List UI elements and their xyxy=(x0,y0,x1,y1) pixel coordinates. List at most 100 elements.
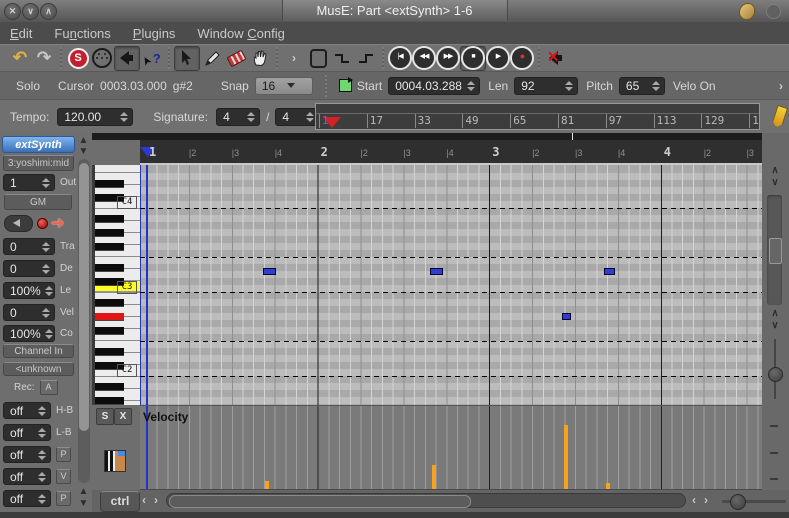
horizontal-scrollbar[interactable] xyxy=(166,493,686,508)
record-icon[interactable]: ● xyxy=(510,47,534,70)
velocity-bar[interactable] xyxy=(564,425,568,489)
record-led-icon[interactable] xyxy=(37,218,48,229)
instrument-button[interactable]: 3:yoshimi:mid xyxy=(3,155,74,171)
maximize-window-icon[interactable]: ∧ xyxy=(40,3,57,20)
title-bar[interactable]: ✕ ∨ ∧ MusE: Part <extSynth> 1-6 xyxy=(0,0,789,23)
midi-note[interactable] xyxy=(430,268,443,275)
len-spinbox[interactable]: 92 xyxy=(514,77,578,95)
scroll-down-icon[interactable]: ∨ xyxy=(768,178,782,189)
controller-close-button[interactable]: X xyxy=(114,408,132,425)
bank-prog-spinbox[interactable]: off xyxy=(3,446,51,463)
scroll-up-icon[interactable]: ∧ xyxy=(768,309,782,320)
listen-toggle-icon[interactable] xyxy=(4,215,33,232)
sig-denominator-spinbox[interactable]: 4 xyxy=(275,108,319,126)
bar-ruler[interactable]: 1|2|3|42|2|3|43|2|3|44|2|3 xyxy=(140,140,762,164)
spin-arrows-icon[interactable] xyxy=(463,81,479,91)
spin-arrows-icon[interactable] xyxy=(34,406,50,416)
vertical-scroll-thumb[interactable] xyxy=(769,238,782,264)
eraser-tool-icon[interactable] xyxy=(224,47,248,70)
sidebar-scroll-down-icon[interactable]: ▼ xyxy=(77,147,90,158)
bank-prog-spinbox[interactable]: off xyxy=(3,424,51,441)
pitch-spinbox[interactable]: 65 xyxy=(619,77,665,95)
piano-key-cursor[interactable] xyxy=(95,313,124,321)
gm-button[interactable]: GM xyxy=(4,194,72,210)
part-icon[interactable] xyxy=(306,47,330,70)
panic-icon[interactable]: S xyxy=(66,47,90,70)
spin-arrows-icon[interactable] xyxy=(41,329,57,339)
scroll-up-icon[interactable]: ∧ xyxy=(768,166,782,177)
compress-spinbox[interactable]: 100% xyxy=(3,325,55,342)
forward-icon[interactable]: ▶▶ xyxy=(436,47,460,70)
spin-arrows-icon[interactable] xyxy=(34,428,50,438)
midi-note[interactable] xyxy=(604,268,615,275)
piano-key-black[interactable] xyxy=(95,180,124,188)
spin-arrows-icon[interactable] xyxy=(38,242,54,252)
piano-key-black[interactable] xyxy=(95,299,124,307)
whats-this-icon[interactable]: ? xyxy=(140,47,164,70)
ruler-pencil-icon[interactable] xyxy=(771,105,788,129)
spin-arrows-icon[interactable] xyxy=(41,286,57,296)
step-up-icon[interactable] xyxy=(354,47,378,70)
bank-prog-spinbox[interactable]: off xyxy=(3,468,51,485)
bank-prog-label[interactable]: V xyxy=(56,469,71,484)
pointer-tool-icon[interactable] xyxy=(174,46,200,71)
scroll-left-icon[interactable]: ‹ xyxy=(142,493,146,507)
piano-key-black[interactable] xyxy=(95,397,124,405)
rewind-icon[interactable]: ◀◀ xyxy=(412,47,436,70)
length-spinbox[interactable]: 100% xyxy=(3,282,55,299)
window-menu-icon[interactable] xyxy=(766,4,781,19)
spin-arrows-icon[interactable] xyxy=(38,264,54,274)
undo-icon[interactable]: ↶ xyxy=(8,47,32,70)
piano-keyboard[interactable]: C4C3C2 xyxy=(92,165,140,405)
play-icon[interactable]: ▶ xyxy=(486,47,510,70)
transpose-spinbox[interactable]: 0 xyxy=(3,238,55,255)
scroll-down-icon[interactable]: ∨ xyxy=(768,321,782,332)
spin-arrows-icon[interactable] xyxy=(561,81,577,91)
menu-item-window-config[interactable]: Window Config xyxy=(197,26,284,41)
piano-key-black[interactable] xyxy=(95,243,124,251)
start-spinbox[interactable]: 0004.03.288 xyxy=(388,77,480,95)
bank-prog-label[interactable]: P xyxy=(56,447,71,462)
bank-prog-spinbox[interactable]: off xyxy=(3,490,51,507)
menu-item-edit[interactable]: Edit xyxy=(10,26,32,41)
piano-key-black[interactable] xyxy=(95,327,124,335)
mute-icon[interactable]: ✕ xyxy=(544,47,568,70)
shade-window-icon[interactable]: ∨ xyxy=(22,3,39,20)
note-canvas[interactable] xyxy=(140,165,762,405)
midi-note[interactable] xyxy=(263,268,276,275)
step-down-icon[interactable] xyxy=(330,47,354,70)
horizontal-zoom-knob[interactable] xyxy=(730,494,746,510)
channel-info-button[interactable]: Channel In xyxy=(3,344,74,358)
piano-key-black[interactable] xyxy=(95,215,124,223)
velocity-spinbox[interactable]: 0 xyxy=(3,304,55,321)
pencil-tool-icon[interactable] xyxy=(200,47,224,70)
tempo-ruler[interactable]: 1173349658197113129145 xyxy=(315,103,760,130)
scroll-right-icon[interactable]: › xyxy=(154,493,158,507)
scroll-right-icon[interactable]: › xyxy=(704,493,708,507)
tempo-spinbox[interactable]: 120.00 xyxy=(57,108,133,126)
spin-arrows-icon[interactable] xyxy=(648,81,664,91)
overflow-chevron[interactable]: › xyxy=(779,79,783,93)
spin-arrows-icon[interactable] xyxy=(38,178,54,188)
spin-arrows-icon[interactable] xyxy=(243,112,259,122)
midi-din-icon[interactable] xyxy=(90,47,114,70)
forward-arrow-icon[interactable]: ➜ xyxy=(51,213,64,233)
stop-icon[interactable]: ■ xyxy=(460,46,486,71)
scroll-left-icon[interactable]: ‹ xyxy=(692,493,696,507)
velocity-bar[interactable] xyxy=(265,481,269,489)
velocity-canvas[interactable]: Velocity xyxy=(140,406,762,491)
horizontal-scroll-thumb[interactable] xyxy=(169,495,471,508)
speaker-icon[interactable] xyxy=(114,46,140,71)
snap-select[interactable]: 16 xyxy=(255,77,313,95)
menu-item-plugins[interactable]: Plugins xyxy=(133,26,176,41)
ctrl-button[interactable]: ctrl xyxy=(100,491,140,512)
spin-arrows-icon[interactable] xyxy=(34,472,50,482)
velocity-bar[interactable] xyxy=(606,483,610,489)
sig-numerator-spinbox[interactable]: 4 xyxy=(216,108,260,126)
skip-start-icon[interactable]: |◀ xyxy=(388,47,412,70)
piano-key-black[interactable] xyxy=(95,383,124,391)
piano-key-black[interactable] xyxy=(95,264,124,272)
spin-arrows-icon[interactable] xyxy=(116,112,132,122)
midi-note[interactable] xyxy=(562,313,571,320)
spin-arrows-icon[interactable] xyxy=(38,308,54,318)
